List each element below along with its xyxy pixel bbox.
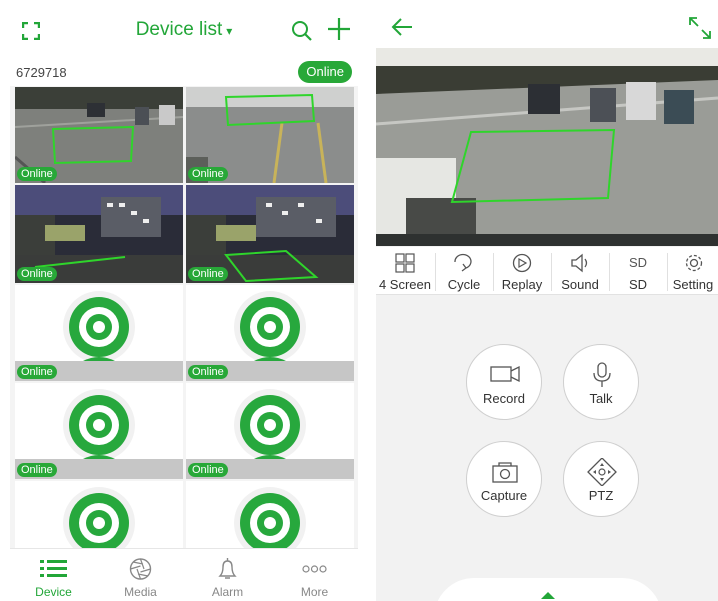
tab-more[interactable]: More	[271, 549, 358, 601]
talk-button[interactable]: Talk	[563, 344, 639, 420]
aperture-icon	[127, 557, 154, 581]
tab-alarm[interactable]: Alarm	[184, 549, 271, 601]
camera-tile-1[interactable]: Online	[15, 87, 183, 183]
tool-replay[interactable]: Replay	[494, 247, 550, 295]
tool-setting[interactable]: Setting	[668, 247, 718, 295]
collapse-panel-handle[interactable]	[434, 578, 662, 601]
microphone-icon	[564, 361, 638, 389]
ptz-icon	[564, 458, 638, 486]
device-id: 6729718	[16, 65, 67, 80]
speaker-icon	[552, 253, 608, 273]
gear-icon	[668, 253, 718, 273]
tool-label: Cycle	[447, 277, 481, 292]
status-badge: Online	[188, 267, 228, 281]
ptz-label: PTZ	[588, 488, 614, 503]
header: Device list ▾	[10, 0, 358, 58]
replay-icon	[494, 253, 550, 273]
camera-tile-2[interactable]: Online	[186, 87, 354, 183]
device-list-screen: Device list ▾ 6729718 Online Online Onli…	[10, 0, 358, 601]
tab-label: Alarm	[211, 585, 244, 599]
capture-button[interactable]: Capture	[466, 441, 542, 517]
back-arrow-icon[interactable]	[390, 17, 414, 37]
tab-label: Device	[35, 585, 72, 599]
status-badge: Online	[188, 463, 228, 477]
talk-label: Talk	[589, 391, 613, 406]
plus-icon[interactable]	[327, 17, 351, 41]
status-badge: Online	[17, 365, 57, 379]
status-badge: Online	[17, 463, 57, 477]
camera-placeholder-tile[interactable]: Online	[15, 383, 183, 479]
camera-placeholder-tile[interactable]	[15, 481, 183, 551]
grid-icon	[376, 253, 434, 273]
camera-logo-icon	[63, 487, 135, 551]
record-button[interactable]: Record	[466, 344, 542, 420]
status-badge: Online	[17, 267, 57, 281]
live-video-feed[interactable]	[376, 48, 718, 246]
status-badge: Online	[298, 61, 352, 83]
playback-toolbar: 4 Screen Cycle Replay Sound SD SD Settin…	[376, 247, 718, 295]
camera-icon	[467, 458, 541, 486]
tool-sound[interactable]: Sound	[552, 247, 608, 295]
tool-cycle[interactable]: Cycle	[436, 247, 492, 295]
bottom-tab-bar: Device Media Alarm More	[10, 548, 358, 601]
device-row[interactable]: 6729718 Online	[10, 58, 358, 86]
tab-media[interactable]: Media	[97, 549, 184, 601]
camera-placeholder-tile[interactable]: Online	[186, 383, 354, 479]
header	[376, 0, 718, 48]
camera-tile-4[interactable]: Online	[186, 185, 354, 283]
video-camera-icon	[467, 361, 541, 389]
status-badge: Online	[188, 167, 228, 181]
sd-icon-text: SD	[628, 255, 648, 270]
page-title-text: Device list	[135, 19, 223, 40]
live-view-screen: 4 Screen Cycle Replay Sound SD SD Settin…	[376, 0, 718, 601]
camera-logo-icon	[234, 487, 306, 551]
capture-label: Capture	[480, 488, 528, 503]
tab-label: Media	[124, 585, 157, 599]
camera-placeholder-tile[interactable]: Online	[15, 285, 183, 381]
chevron-up-icon	[541, 592, 555, 599]
tool-sd[interactable]: SD SD	[610, 247, 666, 295]
tool-label: Sound	[561, 277, 599, 292]
list-icon	[40, 557, 67, 581]
tool-label: Setting	[672, 277, 714, 292]
tool-4-screen[interactable]: 4 Screen	[376, 247, 434, 295]
status-badge: Online	[17, 167, 57, 181]
tab-device[interactable]: Device	[10, 549, 97, 601]
camera-tile-3[interactable]: Online	[15, 185, 183, 283]
record-label: Record	[483, 391, 525, 406]
status-badge: Online	[188, 365, 228, 379]
expand-icon[interactable]	[688, 16, 712, 40]
camera-placeholder-tile[interactable]	[186, 481, 354, 551]
camera-placeholder-tile[interactable]: Online	[186, 285, 354, 381]
cycle-icon	[436, 253, 492, 273]
chevron-down-icon: ▾	[226, 24, 233, 38]
tool-label: Replay	[501, 277, 543, 292]
tool-label: 4 Screen	[378, 277, 432, 292]
ptz-button[interactable]: PTZ	[563, 441, 639, 517]
bell-icon	[214, 557, 241, 581]
tool-label: SD	[628, 277, 648, 292]
more-icon	[301, 557, 328, 581]
search-icon[interactable]	[291, 20, 313, 42]
tab-label: More	[300, 585, 329, 599]
